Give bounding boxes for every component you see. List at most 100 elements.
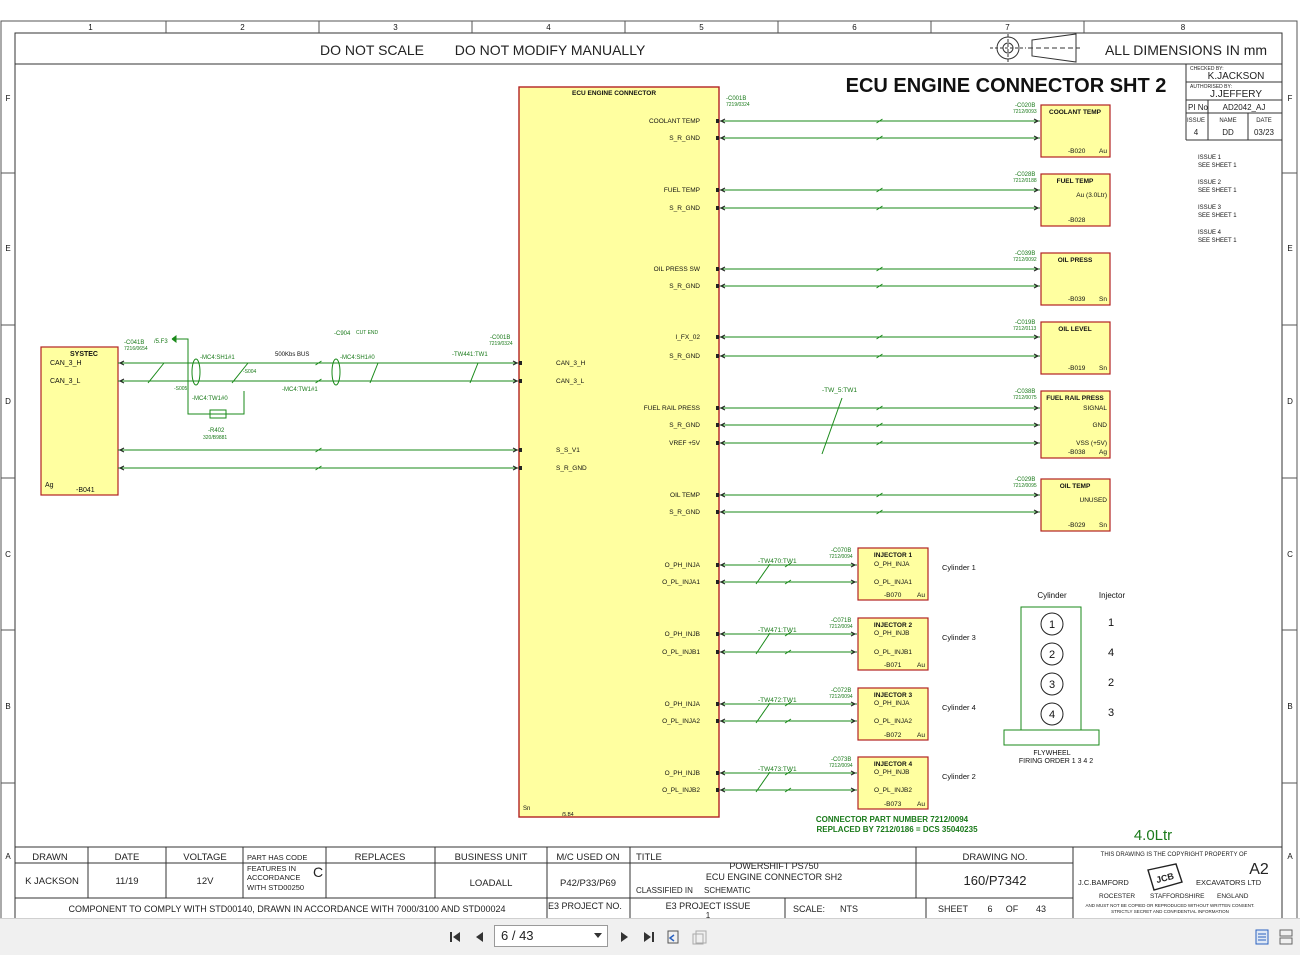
page-number-value: 6 / 43 [501, 928, 534, 943]
sensor-title: OIL LEVEL [1058, 326, 1091, 333]
pi-number: AD2042_AJ [1223, 103, 1266, 112]
injector-pin-1: O_PH_INJB [874, 630, 909, 637]
tw5-twist [821, 397, 843, 455]
systec-id: -B041 [76, 487, 95, 494]
injector-cylinder: Cylinder 4 [942, 703, 976, 712]
ecu-top-sub: 7219/0324 [726, 102, 750, 108]
pin-terminal [716, 354, 719, 358]
all-dimensions: ALL DIMENSIONS IN mm [1105, 42, 1267, 58]
jcb-logo-icon: JCB [1147, 863, 1183, 891]
pin-terminal [716, 650, 719, 654]
injector-corner: Au [917, 662, 925, 669]
replaces-label: REPLACES [355, 852, 406, 863]
rev-issue-2: ISSUE 2 [1198, 180, 1222, 186]
code-label: PART HAS CODE [247, 853, 307, 862]
grid-row-right-0: F [1288, 94, 1293, 103]
injector-title: INJECTOR 3 [874, 692, 913, 699]
sensor-pin-label: VSS (+5V) [1076, 440, 1107, 447]
name-label: NAME [1219, 118, 1236, 124]
date-value-tb: 11/19 [115, 876, 138, 887]
chevron-down-icon [594, 933, 602, 938]
systec-pin-can-l: CAN_3_L [50, 378, 80, 385]
ecu-pin-label: S_S_V1 [556, 447, 580, 454]
twist-mark [755, 632, 771, 655]
title-line-2: ECU ENGINE CONNECTOR SH2 [706, 872, 842, 882]
pin-terminal [519, 448, 522, 452]
forward-view-button[interactable] [690, 927, 710, 947]
page-title: ECU ENGINE CONNECTOR SHT 2 [846, 75, 1167, 97]
copy-notice: AND MUST NOT BE COPIED OR REPRODUCED WIT… [1085, 903, 1254, 908]
single-page-view-button[interactable] [1252, 927, 1272, 947]
first-page-button[interactable] [446, 927, 466, 947]
pin-terminal [716, 188, 719, 192]
ecu-mid-sub: 7219/0324 [489, 341, 513, 347]
mc4-sh1-0: -MC4:SH1#0 [340, 355, 375, 361]
sensor-ref-sub: 7212/0095 [1013, 483, 1037, 489]
grid-row-right-4: B [1287, 702, 1292, 711]
twist-mark [755, 563, 771, 585]
back-view-icon [667, 930, 679, 944]
sensor-pin-label: GND [1093, 422, 1108, 429]
sensor-ref-sub: 7212/0075 [1013, 395, 1037, 401]
grid-row-right-3: C [1287, 550, 1293, 559]
next-page-button[interactable] [614, 927, 634, 947]
injector-twist: -TW470:TW1 [758, 558, 797, 565]
rev-issue-3: ISSUE 3 [1198, 205, 1222, 211]
do-not-modify: DO NOT MODIFY MANUALLY [455, 42, 646, 58]
injector-number: 1 [1108, 617, 1114, 629]
twist-mark [755, 702, 771, 724]
code-letter: C [313, 864, 323, 880]
date-value: 03/23 [1254, 128, 1275, 137]
prev-page-icon [476, 932, 483, 942]
sensor-pin-label: UNUSED [1080, 497, 1108, 504]
grid-row-left-5: A [5, 852, 11, 861]
ecu-pin-label: I_FX_02 [675, 334, 700, 341]
injector-corner: Au [917, 801, 925, 808]
injector-id: -B073 [884, 801, 902, 808]
sheet-size: A2 [1249, 861, 1269, 878]
mc-used-value: P42/P33/P69 [560, 878, 616, 889]
firing-order-diagram: Cylinder Injector 1 1 2 4 3 2 4 3 FLYWHEEL FIRI… [1003, 591, 1125, 765]
grid-col-top-4: 4 [546, 23, 551, 32]
pin-terminal [716, 563, 719, 567]
s005: -S005 [174, 386, 188, 392]
continuous-view-button[interactable] [1276, 927, 1296, 947]
e3-issue-label: E3 PROJECT ISSUE [666, 901, 751, 911]
mc-used-label: M/C USED ON [556, 852, 619, 863]
ecu-pin-label: S_R_GND [669, 422, 700, 429]
pin-terminal [716, 423, 719, 427]
viewer-toolbar: 6 / 43 [0, 918, 1300, 955]
ecu-corner: Sn [523, 806, 530, 812]
injector-pin-2: O_PL_INJA2 [874, 718, 912, 725]
flywheel-box [1003, 729, 1100, 746]
prev-page-button[interactable] [470, 927, 490, 947]
last-page-button[interactable] [638, 927, 658, 947]
grid-row-left-2: D [5, 397, 11, 406]
injector-id: -B072 [884, 732, 902, 739]
cut-end: CUT END [356, 330, 379, 336]
classified-value: SCHEMATIC [704, 886, 751, 895]
rev-see-sheet-3: SEE SHEET 1 [1198, 213, 1237, 219]
sensor-id: -B019 [1068, 365, 1086, 372]
ecu-pin-label: S_R_GND [556, 465, 587, 472]
grid-row-right-1: E [1287, 244, 1292, 253]
title-block: DRAWN K JACKSON DATE 11/19 VOLTAGE 12V P… [15, 846, 1282, 921]
tw5-ref: -TW_5:TW1 [822, 387, 857, 394]
sensor-id: -B020 [1068, 148, 1086, 155]
injector-cylinder: Cylinder 1 [942, 563, 976, 572]
page-number-select[interactable]: 6 / 43 [494, 925, 608, 947]
back-view-button[interactable] [664, 927, 684, 947]
injector-2: -C072B7212/0094-TW472:TW1INJECTOR 3O_PH_… [755, 687, 976, 741]
scale-value: NTS [840, 904, 858, 914]
authorised-by: J.JEFFERY [1210, 89, 1262, 100]
code-line-3: WITH STD00250 [247, 883, 304, 892]
scale-label: SCALE: [793, 904, 825, 914]
pin-terminal [716, 136, 719, 140]
schematic-sheet: 1122334455667788FFEEDDCCBBAA DO NOT SCAL… [0, 20, 1298, 934]
ecu-pin-label: O_PL_INJA1 [662, 579, 700, 586]
pin-terminal [716, 510, 719, 514]
ecu-connector-label: ECU ENGINE CONNECTOR [572, 90, 656, 97]
sensor-title: COOLANT TEMP [1049, 109, 1102, 116]
grid-row-left-3: C [5, 550, 11, 559]
sensor-blocks: -C020B7212/0093 COOLANT TEMP-B020 Au-C028B… [1013, 103, 1111, 532]
